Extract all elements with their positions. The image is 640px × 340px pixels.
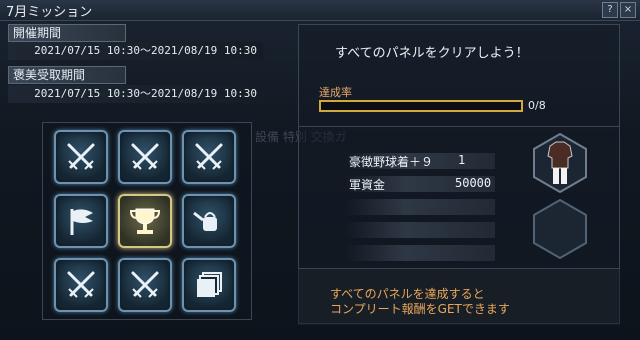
mission-description: すべてのパネルをクリアしよう！ [335,46,529,61]
watering-can-icon [193,211,217,231]
crossed-swords-icon [131,143,159,170]
panel-tile-1[interactable] [54,130,108,184]
reward-row-empty-1 [345,199,495,215]
help-button[interactable]: ? [602,2,618,18]
panel-tile-5[interactable] [118,194,172,248]
crossed-swords-icon [195,143,223,170]
mission-window: 7月ミッション ? × 開催期間 2021/07/15 10:30～2021/0… [0,0,640,340]
reward-period-label: 褒美受取期間 [8,66,126,84]
event-period-value: 2021/07/15 10:30～2021/08/19 10:30 [8,42,263,60]
panel-tile-9[interactable] [182,258,236,312]
reward-name-2: 軍資金 [349,178,386,192]
complete-reward-note-2: コンプリート報酬をGETできます [330,302,510,316]
reward-row-empty-3 [345,245,495,261]
reward-qty-1: 1 [458,153,466,167]
achievement-progress-text: 0/8 [528,99,546,112]
section-divider [298,126,620,127]
panel-tile-2[interactable] [118,130,172,184]
crossed-swords-icon [131,271,159,298]
achievement-progress-bar [319,100,523,112]
stacked-cards-icon [197,272,222,297]
panel-tile-3[interactable] [182,130,236,184]
crossed-swords-icon [67,271,95,298]
close-button[interactable]: × [620,2,636,18]
panel-tile-4[interactable] [54,194,108,248]
reward-period-value: 2021/07/15 10:30～2021/08/19 10:30 [8,85,263,103]
reward-name-1: 豪徴野球着＋９ [349,155,434,169]
trophy-icon [129,208,161,234]
window-title: 7月ミッション [6,5,93,20]
flag-icon [70,209,93,235]
event-period-label: 開催期間 [8,24,126,42]
crossed-swords-icon [67,143,95,170]
reward-hex-slot-2[interactable] [532,198,588,260]
panel-tile-8[interactable] [118,258,172,312]
reward-row-empty-2 [345,222,495,238]
achievement-label: 達成率 [319,86,352,99]
panel-tile-7[interactable] [54,258,108,312]
panel-tile-6[interactable] [182,194,236,248]
title-bar: 7月ミッション ? × [0,0,640,21]
reward-hex-slot-1[interactable] [532,132,588,194]
reward-qty-2: 50000 [455,176,492,190]
